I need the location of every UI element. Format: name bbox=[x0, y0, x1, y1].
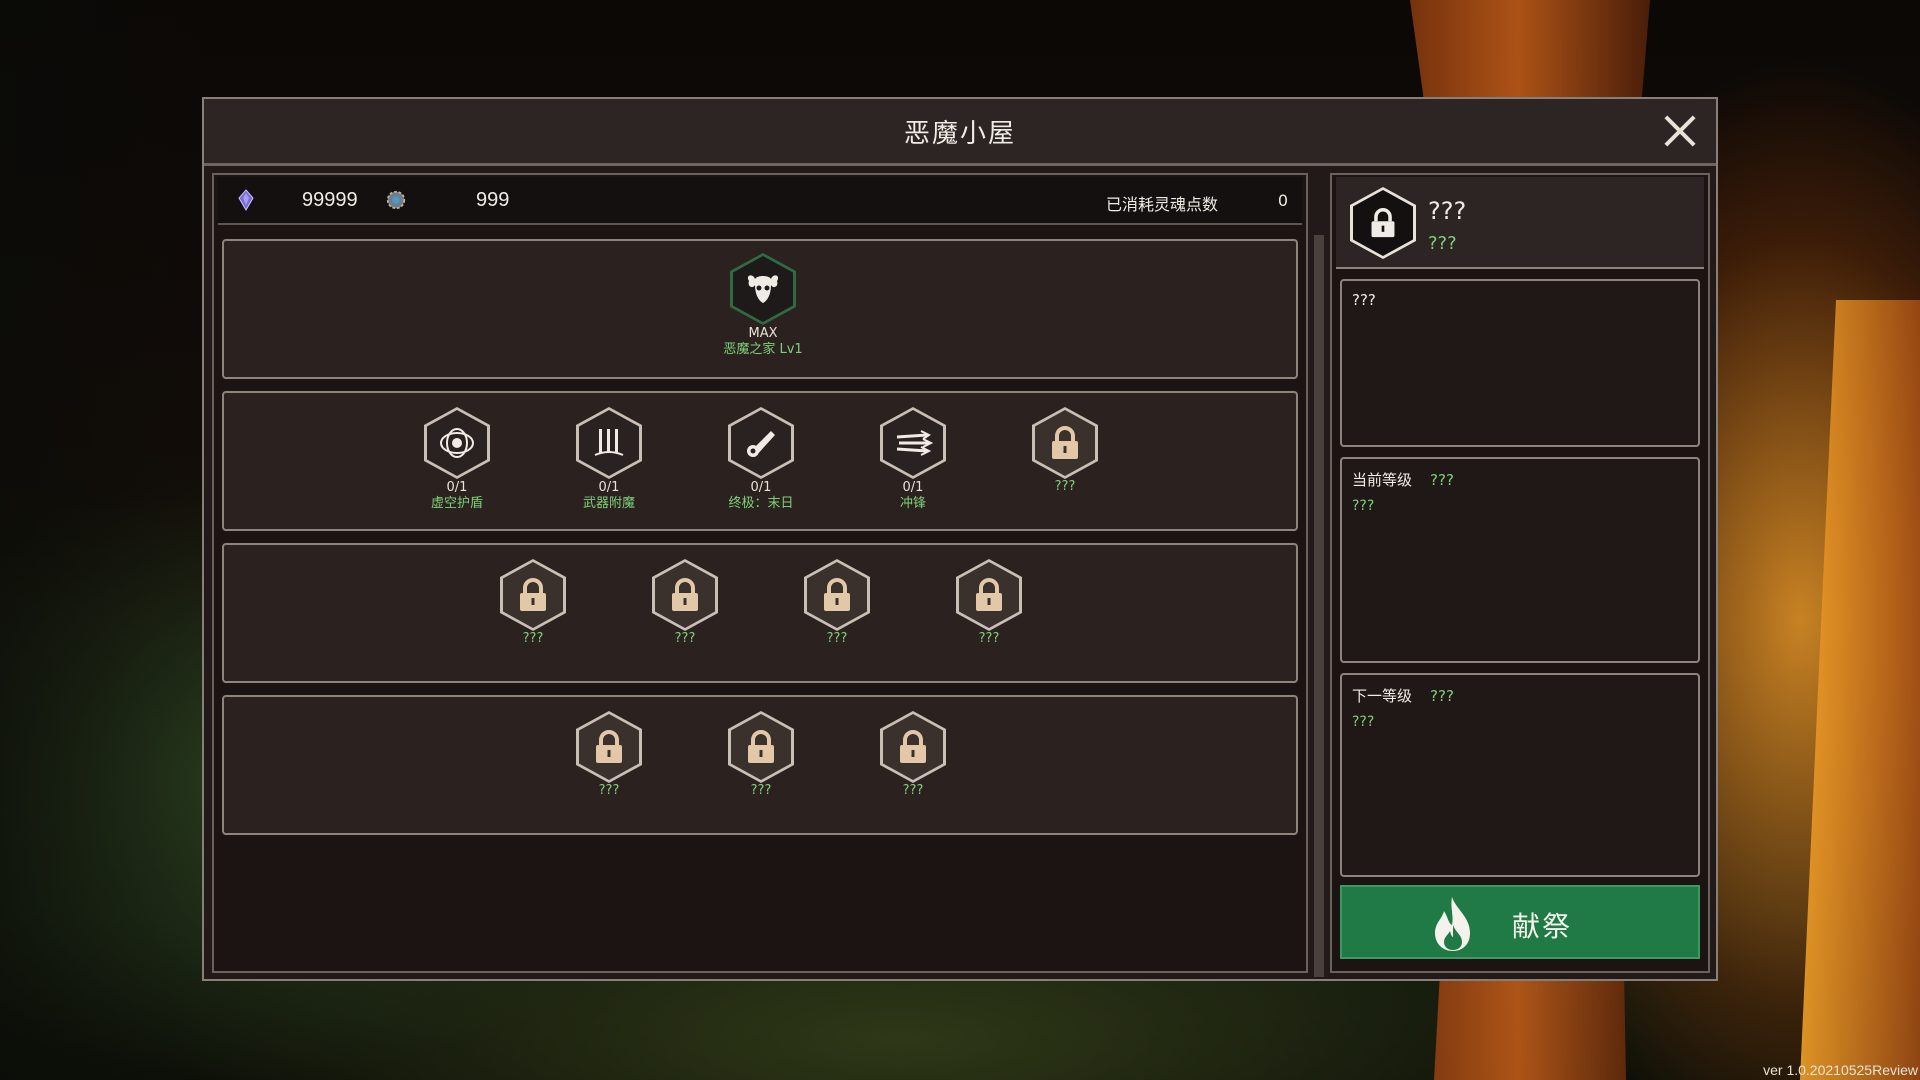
version-label: ver 1.0.20210525Review bbox=[1763, 1062, 1918, 1078]
skill-name: ??? bbox=[978, 631, 1000, 646]
detail-header: ??? ??? bbox=[1336, 177, 1704, 269]
lock-icon bbox=[748, 730, 774, 763]
skill-level: MAX bbox=[748, 326, 778, 341]
next-level-value: ??? bbox=[1430, 687, 1454, 705]
tier-1: MAX 恶魔之家 Lv1 bbox=[222, 239, 1298, 379]
description-text: ??? bbox=[1352, 291, 1376, 309]
title-bar: 恶魔小屋 bbox=[204, 99, 1716, 166]
skill-node-locked[interactable]: ??? bbox=[1010, 407, 1120, 495]
skill-name: 武器附魔 bbox=[582, 496, 635, 511]
current-level-label: 当前等级 bbox=[1352, 471, 1413, 489]
soul-gem-count: 99999 bbox=[302, 189, 358, 211]
next-level-box: 下一等级??? ??? bbox=[1340, 673, 1700, 877]
charge-icon bbox=[896, 430, 933, 456]
skill-node-locked[interactable]: ??? bbox=[630, 559, 740, 647]
skill-name: 冲锋 bbox=[899, 496, 926, 511]
skill-node-charge[interactable]: 0/1 冲锋 bbox=[858, 407, 968, 512]
skill-name: ??? bbox=[1054, 479, 1076, 494]
lock-icon bbox=[824, 578, 850, 611]
skill-name: ??? bbox=[902, 783, 924, 798]
soul-gem-icon bbox=[238, 189, 254, 211]
skill-level: 0/1 bbox=[446, 480, 468, 495]
tier-2: 0/1 虚空护盾 0/1 武器附魔 0/1 终极：末日 0/1 冲锋 ??? bbox=[222, 391, 1298, 531]
skill-name: 终极：末日 bbox=[728, 496, 794, 511]
detail-hex bbox=[1350, 187, 1416, 259]
background-shade bbox=[0, 0, 200, 1080]
close-button[interactable] bbox=[1662, 113, 1698, 149]
doomsday-icon bbox=[747, 431, 775, 457]
background-tree bbox=[1800, 300, 1920, 1080]
skill-name: ??? bbox=[522, 631, 544, 646]
skill-name: ??? bbox=[826, 631, 848, 646]
skill-level: 0/1 bbox=[750, 480, 772, 495]
description-box: ??? bbox=[1340, 279, 1700, 447]
cog-count: 999 bbox=[476, 189, 510, 211]
detail-title: ??? bbox=[1428, 197, 1467, 225]
sacrifice-label[interactable]: 献祭 bbox=[1512, 905, 1572, 945]
skill-level: 0/1 bbox=[598, 480, 620, 495]
void-shield-icon bbox=[440, 428, 474, 458]
skill-hex bbox=[730, 253, 796, 325]
skill-detail-panel: ??? ??? ??? 当前等级??? ??? 下一等级??? ??? 献祭 bbox=[1330, 173, 1710, 973]
lock-icon bbox=[520, 578, 546, 611]
lock-icon bbox=[900, 730, 926, 763]
ram-skull-icon bbox=[747, 275, 779, 303]
lock-icon bbox=[976, 578, 1002, 611]
sacrifice-button[interactable]: 献祭 bbox=[1340, 885, 1700, 959]
tier-3: ??? ??? ??? ??? bbox=[222, 543, 1298, 683]
lock-icon bbox=[596, 730, 622, 763]
next-level-desc: ??? bbox=[1352, 714, 1375, 730]
weapon-enchant-icon bbox=[594, 429, 624, 456]
lock-icon bbox=[1371, 208, 1395, 238]
skill-name: 恶魔之家 Lv1 bbox=[723, 342, 803, 357]
resource-bar: 99999 999 已消耗灵魂点数 0 bbox=[218, 177, 1302, 225]
flame-icon bbox=[1435, 897, 1470, 951]
skill-name: ??? bbox=[674, 631, 696, 646]
lock-icon bbox=[1052, 426, 1078, 459]
skill-name: ??? bbox=[750, 783, 772, 798]
current-level-desc: ??? bbox=[1352, 498, 1375, 514]
skill-node-void-shield[interactable]: 0/1 虚空护盾 bbox=[402, 407, 512, 512]
skill-level: 0/1 bbox=[902, 480, 924, 495]
skill-node-locked[interactable]: ??? bbox=[478, 559, 588, 647]
skill-node-locked[interactable]: ??? bbox=[706, 711, 816, 799]
skill-node-doomsday[interactable]: 0/1 终极：末日 bbox=[706, 407, 816, 512]
current-level-value: ??? bbox=[1430, 471, 1454, 489]
current-level-box: 当前等级??? ??? bbox=[1340, 457, 1700, 663]
skill-tree-panel: 99999 999 已消耗灵魂点数 0 MAX 恶魔之家 Lv1 0/1 虚空护… bbox=[212, 173, 1308, 973]
consumed-souls-label: 已消耗灵魂点数 bbox=[1105, 195, 1218, 214]
skill-node-locked[interactable]: ??? bbox=[858, 711, 968, 799]
skill-node-locked[interactable]: ??? bbox=[934, 559, 1044, 647]
tier-4: ??? ??? ??? bbox=[222, 695, 1298, 835]
skill-node-locked[interactable]: ??? bbox=[554, 711, 664, 799]
skill-name: 虚空护盾 bbox=[430, 496, 483, 511]
consumed-souls-value: 0 bbox=[1277, 191, 1288, 210]
skill-name: ??? bbox=[598, 783, 620, 798]
skill-node-locked[interactable]: ??? bbox=[782, 559, 892, 647]
cog-icon bbox=[386, 190, 406, 210]
window-title: 恶魔小屋 bbox=[903, 119, 1016, 149]
scrollbar[interactable] bbox=[1314, 235, 1324, 977]
next-level-label: 下一等级 bbox=[1352, 687, 1413, 705]
detail-subtitle: ??? bbox=[1428, 233, 1457, 254]
lock-icon bbox=[672, 578, 698, 611]
skill-node-weapon-enchant[interactable]: 0/1 武器附魔 bbox=[554, 407, 664, 512]
demon-hut-window: 恶魔小屋 99999 999 已消耗灵魂点数 0 MAX 恶魔之家 Lv1 0/… bbox=[202, 97, 1718, 981]
skill-node-demon-home[interactable]: MAX 恶魔之家 Lv1 bbox=[708, 253, 818, 358]
